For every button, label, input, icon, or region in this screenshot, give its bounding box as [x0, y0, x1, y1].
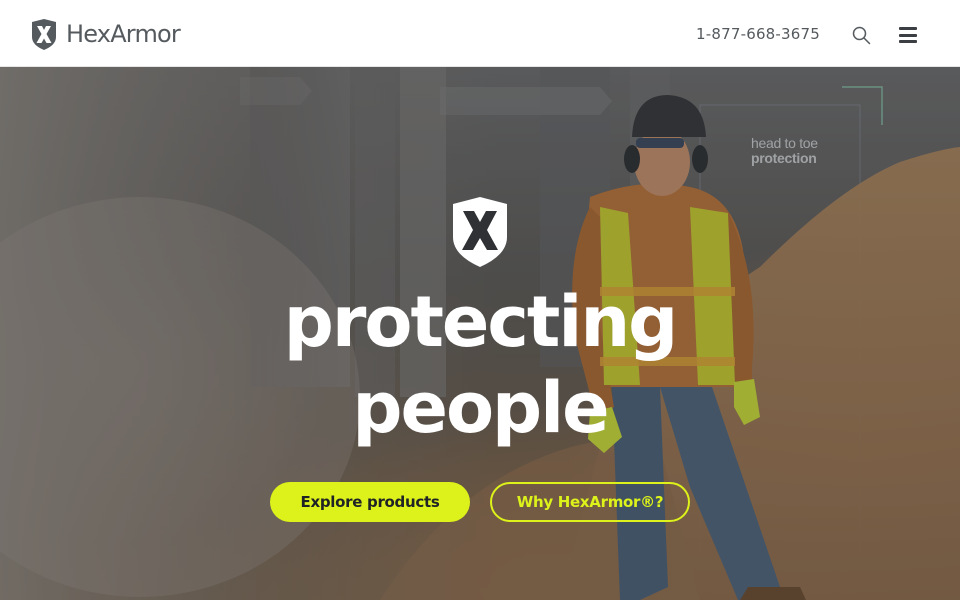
hex-x-shield-icon: [32, 18, 56, 50]
search-icon: [852, 26, 871, 45]
hero-banner: head to toe protection protecting people…: [0, 67, 960, 600]
site-header: HexArmor 1-877-668-3675: [0, 0, 960, 67]
head-to-toe-badge: head to toe protection: [751, 136, 818, 165]
brand-logo[interactable]: HexArmor: [30, 18, 181, 50]
search-button[interactable]: [852, 26, 871, 45]
menu-bar: [899, 40, 917, 43]
hero-headline: protecting people: [0, 279, 960, 451]
why-hexarmor-button[interactable]: Why HexArmor®?: [490, 482, 690, 522]
badge-line-2: protection: [751, 149, 817, 166]
headline-line-2: people: [352, 367, 609, 449]
explore-products-button[interactable]: Explore products: [270, 482, 470, 522]
headline-line-1: protecting: [283, 281, 679, 363]
phone-link[interactable]: 1-877-668-3675: [696, 25, 820, 43]
menu-bar: [899, 27, 917, 30]
brand-name: HexArmor: [66, 20, 181, 48]
hamburger-menu-icon[interactable]: [899, 27, 917, 43]
badge-line-1: head to toe: [751, 135, 818, 151]
menu-bar: [899, 33, 917, 37]
hex-x-shield-icon: [453, 197, 507, 267]
